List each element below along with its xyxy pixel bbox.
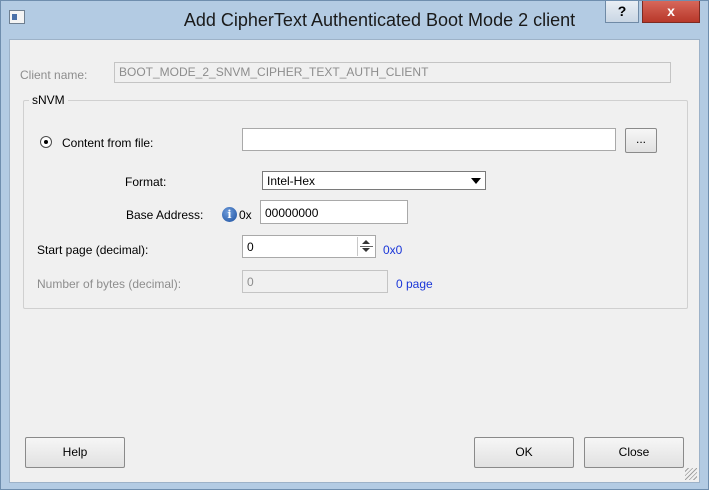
- base-address-input[interactable]: 00000000: [260, 200, 408, 224]
- dialog-window: Add CipherText Authenticated Boot Mode 2…: [0, 0, 709, 490]
- title-bar[interactable]: Add CipherText Authenticated Boot Mode 2…: [1, 1, 708, 39]
- browse-button[interactable]: ...: [625, 128, 657, 153]
- spin-down-icon[interactable]: [362, 248, 370, 252]
- start-page-label: Start page (decimal):: [37, 243, 149, 257]
- format-label: Format:: [125, 175, 167, 189]
- resize-grip-icon[interactable]: [685, 468, 697, 480]
- window-title: Add CipherText Authenticated Boot Mode 2…: [183, 10, 576, 30]
- info-icon[interactable]: i: [222, 207, 237, 222]
- content-file-path-input[interactable]: [242, 128, 616, 151]
- content-from-file-label: Content from file:: [62, 136, 154, 150]
- start-page-hex: 0x0: [383, 243, 403, 257]
- start-page-input[interactable]: 0: [242, 235, 376, 258]
- dialog-client-area: Client name: BOOT_MODE_2_SNVM_CIPHER_TEX…: [9, 39, 700, 483]
- base-address-label: Base Address:: [126, 208, 204, 222]
- close-button[interactable]: Close: [584, 437, 684, 468]
- format-select-value: Intel-Hex: [267, 174, 316, 188]
- spin-divider: [360, 246, 373, 247]
- ok-button[interactable]: OK: [474, 437, 574, 468]
- num-bytes-label: Number of bytes (decimal):: [37, 277, 182, 291]
- client-name-field[interactable]: BOOT_MODE_2_SNVM_CIPHER_TEXT_AUTH_CLIENT: [114, 62, 671, 83]
- help-button[interactable]: Help: [25, 437, 125, 468]
- client-name-label: Client name:: [20, 68, 88, 82]
- close-title-button[interactable]: x: [642, 1, 700, 23]
- snvm-groupbox: sNVM Content from file: ... Format: Inte…: [23, 93, 688, 309]
- chevron-down-icon: [471, 178, 481, 184]
- num-bytes-input[interactable]: 0: [242, 270, 388, 293]
- start-page-spinner[interactable]: [357, 237, 375, 256]
- base-address-prefix: 0x: [239, 208, 252, 222]
- content-from-file-radio[interactable]: [40, 136, 52, 148]
- format-select[interactable]: Intel-Hex: [262, 171, 486, 190]
- snvm-group-title: sNVM: [29, 93, 68, 107]
- start-page-value: 0: [247, 240, 254, 254]
- spin-up-icon[interactable]: [362, 240, 370, 244]
- help-title-button[interactable]: ?: [605, 1, 639, 23]
- num-bytes-pages: 0 page: [396, 277, 433, 291]
